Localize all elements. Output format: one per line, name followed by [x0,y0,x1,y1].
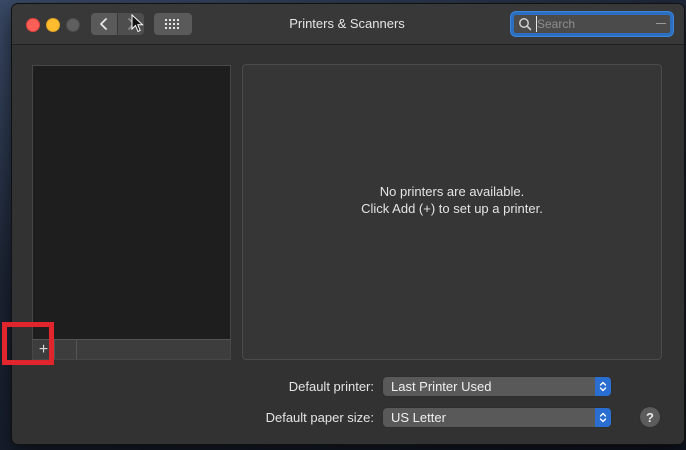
empty-state-line-1: No printers are available. [379,184,525,199]
back-button[interactable] [91,13,117,35]
mouse-pointer-icon [131,14,144,33]
grid-icon [165,19,179,29]
add-button-highlight [2,322,54,365]
remove-printer-button[interactable] [55,340,77,359]
popup-arrows-icon [595,408,611,427]
search-field[interactable] [511,12,673,36]
default-printer-popup[interactable]: Last Printer Used [383,377,611,396]
printer-detail-panel: No printers are available. Click Add (+)… [242,64,662,360]
printer-list-toolbar: + [32,339,231,360]
title-bar: Printers & Scanners [12,4,684,45]
chevron-left-icon [100,18,107,30]
empty-state-message: No printers are available. Click Add (+)… [243,183,661,217]
search-icon [519,18,532,31]
default-printer-value: Last Printer Used [391,379,492,394]
paper-size-label: Default paper size: [265,410,374,425]
paper-size-value: US Letter [391,410,446,425]
minimize-window-button[interactable] [46,18,60,32]
help-icon: ? [646,409,654,425]
search-input[interactable] [536,16,667,32]
window-title: Printers & Scanners [289,16,405,31]
close-window-button[interactable] [26,18,40,32]
empty-state-line-2: Click Add (+) to set up a printer. [361,201,543,216]
show-all-button[interactable] [154,13,192,35]
printer-list[interactable] [32,65,231,340]
search-cancel-icon[interactable] [656,23,666,24]
paper-size-popup[interactable]: US Letter [383,408,611,427]
default-printer-label: Default printer: [288,379,374,394]
popup-arrows-icon [595,377,611,396]
preferences-window: Printers & Scanners + No printers are av… [12,4,684,444]
zoom-window-button[interactable] [66,18,80,32]
help-button[interactable]: ? [640,407,660,427]
